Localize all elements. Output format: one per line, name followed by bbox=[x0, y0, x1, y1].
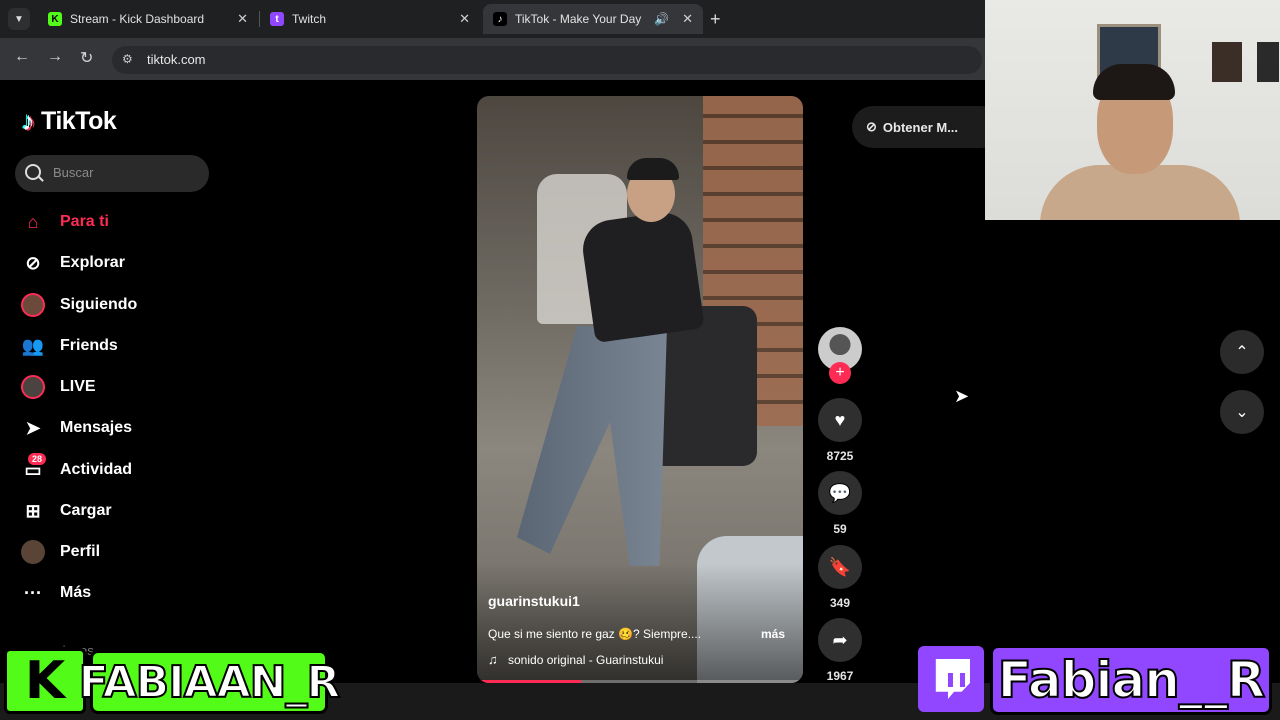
chevron-up-icon: ⌃ bbox=[1235, 344, 1249, 361]
sidebar-item-label: Más bbox=[60, 584, 92, 601]
next-video-button[interactable]: ⌄ bbox=[1220, 390, 1264, 434]
back-icon[interactable]: ← bbox=[14, 48, 30, 66]
app-icon: ⊘ bbox=[866, 119, 877, 134]
address-bar[interactable]: ⚙ tiktok.com bbox=[112, 46, 982, 74]
kick-logo-icon: K bbox=[4, 648, 86, 714]
tab-label: Twitch bbox=[292, 12, 327, 26]
like-button[interactable]: ♥ bbox=[818, 398, 862, 442]
more-icon: ··· bbox=[24, 582, 42, 603]
video-author[interactable]: guarinstukui1 bbox=[488, 593, 580, 609]
tab-tiktok[interactable]: ♪ TikTok - Make Your Day 🔊 ✕ bbox=[483, 4, 703, 34]
compass-icon: ⊘ bbox=[25, 252, 41, 273]
wall-picture bbox=[1257, 42, 1279, 82]
sidebar-item-explorar[interactable]: ⊘ Explorar bbox=[20, 246, 125, 280]
twitch-logo-icon bbox=[918, 646, 984, 712]
sidebar-item-label: Actividad bbox=[60, 461, 133, 478]
like-count: 8725 bbox=[826, 449, 854, 463]
tab-twitch[interactable]: t Twitch ✕ bbox=[260, 4, 480, 34]
upload-icon: ⊞ bbox=[25, 500, 41, 521]
get-app-label: Obtener M... bbox=[882, 119, 959, 135]
comment-icon: 💬 bbox=[828, 482, 852, 503]
video-caption: Que si me siento re gaz 🥴? Siempre.... bbox=[488, 627, 702, 641]
sidebar-item-para-ti[interactable]: ⌂ Para ti bbox=[20, 205, 109, 239]
save-button[interactable]: 🔖 bbox=[818, 545, 862, 589]
twitch-icon: t bbox=[270, 12, 284, 26]
profile-avatar-icon bbox=[20, 539, 46, 565]
reload-icon[interactable]: ↻ bbox=[80, 48, 93, 68]
share-icon: ➦ bbox=[832, 629, 848, 650]
sidebar-item-label: LIVE bbox=[60, 378, 96, 395]
sidebar-item-perfil[interactable]: Perfil bbox=[20, 535, 100, 569]
previous-video-button[interactable]: ⌃ bbox=[1220, 330, 1264, 374]
tab-label: Stream - Kick Dashboard bbox=[70, 12, 205, 26]
close-icon[interactable]: ✕ bbox=[459, 11, 470, 27]
comment-count: 59 bbox=[833, 522, 847, 536]
sidebar-item-live[interactable]: LIVE bbox=[20, 370, 96, 404]
tiktok-icon: ♪ bbox=[493, 12, 507, 26]
webcam-overlay bbox=[985, 0, 1280, 220]
site-settings-icon[interactable]: ⚙ bbox=[122, 52, 133, 66]
forward-icon[interactable]: → bbox=[47, 48, 63, 66]
video-sound[interactable]: sonido original - Guarinstukui bbox=[508, 653, 663, 667]
get-app-button[interactable]: ⊘ Obtener M... bbox=[852, 106, 1002, 148]
live-avatar-icon bbox=[20, 374, 46, 400]
close-icon[interactable]: ✕ bbox=[682, 11, 693, 27]
video-scene-person bbox=[579, 208, 705, 344]
logo-text: TikTok bbox=[41, 107, 117, 135]
activity-icon: ▭ 28 bbox=[20, 453, 47, 483]
streamer-hair bbox=[1093, 64, 1175, 100]
sidebar-item-label: Friends bbox=[60, 337, 118, 354]
sidebar-item-mas[interactable]: ··· Más bbox=[20, 576, 91, 610]
tab-label: TikTok - Make Your Day bbox=[515, 12, 642, 26]
sidebar-item-label: Siguiendo bbox=[60, 296, 138, 313]
sidebar-item-mensajes[interactable]: ➤ Mensajes bbox=[20, 411, 132, 445]
chevron-down-icon: ⌄ bbox=[1235, 404, 1249, 421]
video-scene-cap bbox=[627, 158, 679, 180]
save-count: 349 bbox=[829, 596, 851, 610]
sidebar-item-actividad[interactable]: ▭ 28 Actividad bbox=[20, 453, 132, 487]
sidebar-item-label: Explorar bbox=[60, 254, 125, 271]
twitch-username-banner: Fabian__R bbox=[990, 645, 1272, 715]
search-box[interactable] bbox=[15, 155, 209, 192]
home-icon: ⌂ bbox=[27, 211, 39, 232]
friends-icon: 👥 bbox=[21, 335, 45, 356]
close-icon[interactable]: ✕ bbox=[237, 11, 248, 27]
comment-button[interactable]: 💬 bbox=[818, 471, 862, 515]
caption-more-link[interactable]: más bbox=[761, 627, 785, 641]
tab-kick-dashboard[interactable]: K Stream - Kick Dashboard ✕ bbox=[38, 4, 258, 34]
heart-icon: ♥ bbox=[834, 409, 846, 430]
tiktok-logo[interactable]: ♪ TikTok bbox=[22, 106, 117, 137]
sidebar-item-siguiendo[interactable]: Siguiendo bbox=[20, 288, 137, 322]
kick-icon: K bbox=[48, 12, 62, 26]
sidebar-item-label: Mensajes bbox=[60, 419, 133, 436]
share-count: 1967 bbox=[826, 669, 854, 683]
kick-username-banner: FABIAAN_R bbox=[78, 650, 341, 714]
mouse-cursor-icon: ➤ bbox=[954, 386, 970, 406]
tab-search-button[interactable]: ▼ bbox=[8, 8, 30, 30]
follow-plus-icon[interactable]: + bbox=[829, 362, 851, 384]
sidebar-item-friends[interactable]: 👥 Friends bbox=[20, 329, 118, 363]
sidebar-item-label: Cargar bbox=[60, 502, 112, 519]
wall-picture bbox=[1212, 42, 1242, 82]
search-input[interactable] bbox=[51, 164, 205, 181]
new-tab-button[interactable]: + bbox=[710, 9, 721, 30]
sidebar-item-label: Para ti bbox=[60, 213, 109, 230]
share-button[interactable]: ➦ bbox=[818, 618, 862, 662]
video-player[interactable]: guarinstukui1 Que si me siento re gaz 🥴?… bbox=[477, 96, 803, 683]
video-scene-legs bbox=[517, 326, 667, 566]
bookmark-icon: 🔖 bbox=[828, 556, 852, 577]
sidebar-item-cargar[interactable]: ⊞ Cargar bbox=[20, 494, 112, 528]
following-avatar-icon bbox=[20, 292, 46, 318]
tiktok-note-icon: ♪ bbox=[22, 106, 35, 136]
notification-badge: 28 bbox=[28, 453, 47, 465]
music-note-icon: ♫ bbox=[488, 652, 498, 667]
sidebar-item-label: Perfil bbox=[60, 543, 101, 560]
send-icon: ➤ bbox=[25, 417, 41, 438]
speaker-icon[interactable]: 🔊 bbox=[654, 12, 669, 26]
url-text: tiktok.com bbox=[147, 52, 206, 67]
search-icon bbox=[25, 164, 41, 180]
